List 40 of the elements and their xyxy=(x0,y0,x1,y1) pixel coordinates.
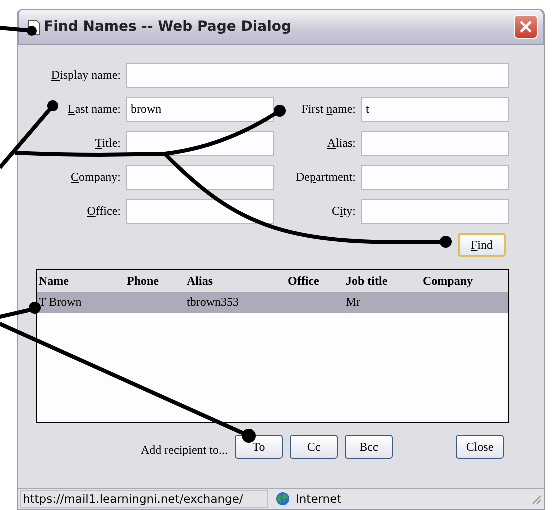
column-header: Company xyxy=(422,274,474,288)
field-label: Last name: xyxy=(67,102,122,117)
column-header: Job title xyxy=(345,274,389,288)
column-header: Office xyxy=(287,274,320,288)
field-label: Display name: xyxy=(50,68,122,83)
table-cell: Mr xyxy=(346,295,361,309)
table-row[interactable]: T Brown tbrown353 Mr xyxy=(37,292,508,313)
table-cell: tbrown353 xyxy=(187,295,239,309)
column-header: Name xyxy=(38,274,70,288)
resize-grip-icon[interactable] xyxy=(530,493,542,505)
field-label: First name: xyxy=(300,102,357,117)
field-label: Company: xyxy=(70,170,122,185)
window-title: Find Names -- Web Page Dialog xyxy=(44,19,293,35)
close-button[interactable]: Close xyxy=(456,435,504,459)
column-header: Alias xyxy=(186,274,214,288)
security-zone: Internet xyxy=(296,492,342,506)
field-label: Title: xyxy=(94,136,122,151)
input-field[interactable] xyxy=(126,63,509,88)
field-label: City: xyxy=(330,204,357,219)
add-recipient-label: Add recipient to... xyxy=(141,442,228,458)
input-field[interactable] xyxy=(361,131,509,156)
field-label: Department: xyxy=(295,170,357,185)
leader-line xyxy=(0,26,37,36)
recipient-button[interactable]: Bcc xyxy=(344,435,393,459)
column-header: Phone xyxy=(126,274,160,288)
globe-icon xyxy=(276,492,290,506)
find-button[interactable]: Find xyxy=(458,233,506,257)
input-field[interactable] xyxy=(126,165,274,190)
input-field[interactable] xyxy=(126,199,274,224)
field-label: Alias: xyxy=(326,136,357,151)
input-field[interactable] xyxy=(361,165,509,190)
status-url: https://mail1.learningni.net/exchange/ xyxy=(20,490,268,508)
close-icon[interactable] xyxy=(514,15,538,39)
input-field[interactable] xyxy=(361,199,509,224)
table-cell: T Brown xyxy=(39,295,82,309)
field-label: Office: xyxy=(86,204,122,219)
input-field[interactable]: t xyxy=(361,97,509,122)
recipient-button[interactable]: Cc xyxy=(290,435,338,459)
recipient-button[interactable]: To xyxy=(234,435,283,459)
input-field[interactable]: brown xyxy=(126,97,274,122)
